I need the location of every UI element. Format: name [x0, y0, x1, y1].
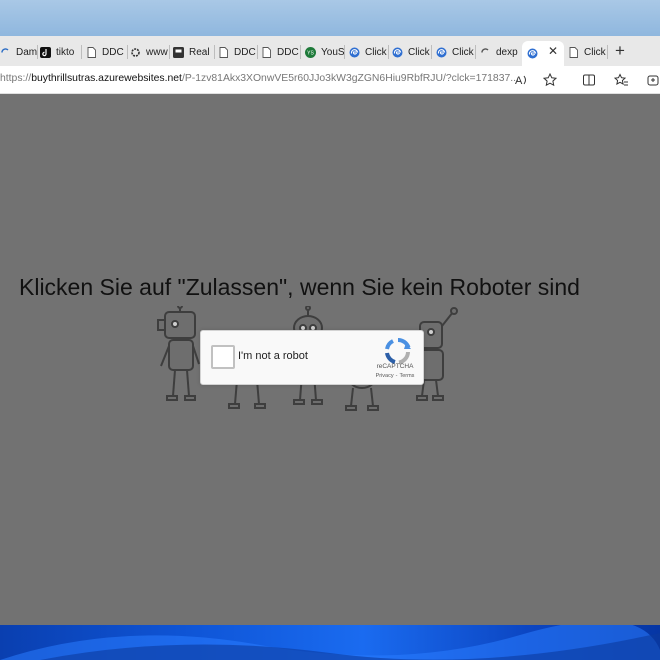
split-screen-icon[interactable]	[580, 71, 598, 89]
edge-icon	[436, 47, 447, 58]
tab-label: Dam	[16, 46, 38, 58]
tab-active[interactable]: ✕	[522, 41, 564, 66]
browser-window: Dam tikto DDC www Real DDC DDC YS YouS C…	[0, 36, 660, 625]
url-path: /P-1zv81Akx3XOnwVE5r60JJo3kW3gZGN6Hiu9Rb…	[181, 73, 519, 84]
tab[interactable]: Click	[436, 41, 476, 63]
loading-icon	[480, 47, 491, 58]
edge-icon	[392, 47, 403, 58]
tab[interactable]: YS YouS	[305, 41, 345, 63]
edge-icon	[349, 47, 360, 58]
tab-label: DDC	[277, 46, 299, 58]
close-tab-icon[interactable]: ✕	[548, 44, 558, 58]
settings-icon	[130, 47, 141, 58]
tab-label: Click	[365, 46, 387, 58]
tab-strip: Dam tikto DDC www Real DDC DDC YS YouS C…	[0, 36, 660, 66]
tab-label: Click	[584, 46, 606, 58]
tab[interactable]: Real	[173, 41, 215, 63]
url-prefix: https://	[0, 73, 32, 84]
tab[interactable]: Dam	[0, 41, 38, 63]
page-content: Klicken Sie auf "Zulassen", wenn Sie kei…	[0, 94, 660, 625]
read-aloud-icon[interactable]: A	[512, 71, 530, 89]
youtube-icon: YS	[305, 46, 316, 58]
tab-label: YouS	[321, 46, 345, 58]
edge-icon	[527, 48, 538, 59]
recaptcha-widget: I'm not a robot reCAPTCHA Privacy - Terms	[200, 330, 424, 385]
tab-label: tikto	[56, 46, 75, 58]
tab[interactable]: www	[130, 41, 170, 63]
svg-text:YS: YS	[307, 50, 314, 56]
recaptcha-logo-icon	[385, 337, 411, 365]
tab[interactable]: DDC	[261, 41, 301, 63]
tab-label: www	[146, 46, 168, 58]
url-field[interactable]: https://buythrillsutras.azurewebsites.ne…	[0, 68, 570, 90]
recaptcha-links: Privacy - Terms	[365, 373, 425, 379]
page-headline: Klicken Sie auf "Zulassen", wenn Sie kei…	[19, 274, 580, 300]
tab[interactable]: dexp	[480, 41, 520, 63]
tab[interactable]: Click	[392, 41, 432, 63]
favorites-icon[interactable]	[612, 71, 630, 89]
collections-icon[interactable]	[644, 71, 660, 89]
url-host: buythrillsutras.azurewebsites.net	[31, 73, 182, 84]
app-icon	[173, 46, 184, 58]
links-separator: -	[395, 373, 398, 379]
page-icon	[218, 46, 229, 58]
page-icon	[86, 46, 97, 58]
loading-icon	[0, 47, 11, 58]
tab[interactable]: DDC	[218, 41, 258, 63]
desktop-wallpaper-top	[0, 0, 660, 36]
svg-text:A: A	[515, 75, 523, 87]
terms-link[interactable]: Terms	[399, 373, 414, 379]
tab-label: dexp	[496, 46, 518, 58]
page-icon	[568, 46, 579, 58]
recaptcha-brand: reCAPTCHA	[376, 363, 414, 370]
tab-label: Real	[189, 46, 210, 58]
tab-label: Click	[452, 46, 474, 58]
new-tab-button[interactable]: +	[612, 42, 628, 60]
recaptcha-checkbox[interactable]	[211, 345, 235, 369]
privacy-link[interactable]: Privacy	[376, 373, 394, 379]
tab-label: DDC	[102, 46, 124, 58]
desktop-wallpaper-bottom	[0, 625, 660, 660]
recaptcha-label: I'm not a robot	[238, 350, 308, 362]
tab[interactable]: Click	[568, 41, 608, 63]
tab[interactable]: DDC	[86, 41, 128, 63]
tab-label: DDC	[234, 46, 256, 58]
tiktok-icon	[40, 46, 51, 58]
tab-label: Click	[408, 46, 430, 58]
favorite-star-icon[interactable]	[541, 71, 559, 89]
tab[interactable]: tikto	[40, 41, 82, 63]
address-bar: https://buythrillsutras.azurewebsites.ne…	[0, 66, 660, 94]
page-icon	[261, 46, 272, 58]
tab[interactable]: Click	[349, 41, 389, 63]
